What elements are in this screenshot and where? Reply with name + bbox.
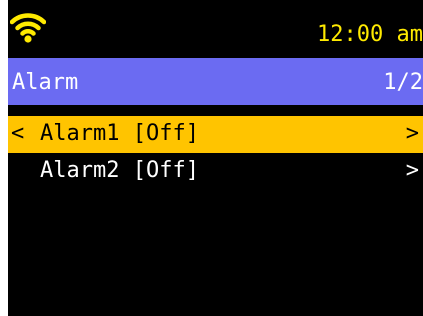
clock: 12:00 am <box>317 22 423 47</box>
device-screen: 12:00 am Alarm 1/2 < Alarm1 [Off] > Alar… <box>8 0 423 316</box>
chevron-right-icon: > <box>405 121 419 146</box>
screen-title: Alarm <box>12 70 79 95</box>
wifi-icon <box>10 13 46 43</box>
screen-header: Alarm 1/2 <box>8 58 423 105</box>
chevron-right-icon: > <box>405 158 419 183</box>
page-indicator: 1/2 <box>383 70 423 95</box>
status-bar: 12:00 am <box>8 0 423 56</box>
menu-item-label: Alarm1 [Off] <box>40 121 199 146</box>
menu-item-alarm2[interactable]: Alarm2 [Off] > <box>8 153 423 190</box>
back-arrow-icon[interactable]: < <box>11 121 24 147</box>
menu-item-alarm1[interactable]: < Alarm1 [Off] > <box>8 116 423 153</box>
menu-item-label: Alarm2 [Off] <box>40 158 199 183</box>
